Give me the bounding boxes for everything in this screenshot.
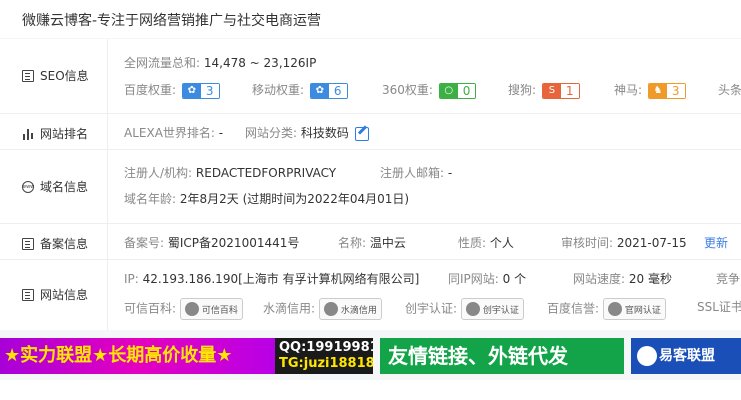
ad-banner-contact[interactable]: QQ:199199819 TG:juzi188188	[275, 338, 373, 374]
360-icon: ○	[439, 83, 458, 98]
baidu-reputation-badge[interactable]: 官网认证	[602, 298, 666, 320]
ad-banners: ★实力联盟★长期高价收量★ QQ:199199819 TG:juzi188188…	[0, 338, 741, 374]
registrant-value: REDACTEDFORPRIVACY	[195, 166, 337, 180]
registrant-email-value: -	[447, 166, 453, 180]
shenma-weight-badge[interactable]: ♞ 3	[647, 82, 686, 99]
sogou-icon: S	[542, 83, 561, 98]
www-icon	[22, 180, 34, 193]
traffic-line: 全网流量总和: 14,478 ~ 23,126IP	[124, 56, 317, 70]
domain-expire-value: (过期时间为2022年04月01日)	[242, 192, 410, 206]
paw-icon: ✿	[310, 83, 329, 98]
domain-row: 域名信息 注册人/机构: REDACTEDFORPRIVACY 注册人邮箱: -…	[0, 149, 741, 223]
water-credit-badge[interactable]: 水滴信用	[318, 298, 382, 320]
water-drop-icon	[323, 302, 338, 316]
icp-row: 备案信息 备案号: 蜀ICP备2021001441号 名称: 温中云 性质: 个…	[0, 223, 741, 259]
mobile-weight-badge[interactable]: ✿ 6	[309, 82, 348, 99]
shield-icon	[184, 302, 199, 316]
speed-value: 20 毫秒	[628, 272, 672, 286]
ad-banner-alliance[interactable]: ★实力联盟★长期高价收量★	[0, 338, 275, 374]
domain-age-value: 2年8月2天	[179, 192, 239, 206]
traffic-value: 14,478 ~ 23,126IP	[203, 56, 317, 70]
seo-label: SEO信息	[22, 67, 108, 84]
check-shield-icon	[465, 302, 480, 316]
alexa-rank-value: -	[218, 126, 224, 140]
site-label: 网站信息	[22, 286, 108, 303]
ip-value: 42.193.186.190[上海市 有孚计算机网络有限公司]	[142, 272, 420, 286]
icp-name-value: 温中云	[369, 236, 406, 250]
page-header: 微赚云博客-专注于网络营销推广与社交电商运营	[0, 0, 741, 38]
weights-line: 百度权重: ✿ 3	[124, 81, 220, 99]
site-info-panel: SEO信息 全网流量总和: 14,478 ~ 23,126IP 百度权重: ✿ …	[0, 39, 741, 330]
page-title: 微赚云博客-专注于网络营销推广与社交电商运营	[22, 13, 322, 29]
document-icon	[22, 69, 34, 82]
icp-label: 备案信息	[22, 235, 108, 252]
update-link[interactable]: 更新	[704, 236, 728, 250]
yike-logo-icon	[637, 346, 657, 366]
document-icon	[22, 288, 34, 301]
ad-banner-links[interactable]: 友情链接、外链代发	[380, 338, 624, 374]
seo-row: SEO信息 全网流量总和: 14,478 ~ 23,126IP 百度权重: ✿ …	[0, 39, 741, 113]
edit-icon[interactable]	[354, 126, 369, 141]
360-weight-badge[interactable]: ○ 0	[438, 82, 477, 99]
icp-date-value: 2021-07-15	[616, 236, 687, 250]
bar-chart-icon	[22, 128, 34, 140]
category-value: 科技数码	[300, 126, 349, 140]
chuangyu-cert-badge[interactable]: 创宇认证	[460, 298, 524, 320]
paw-icon	[607, 302, 622, 316]
baidu-weight-badge[interactable]: ✿ 3	[181, 82, 220, 99]
ad-banner-yike[interactable]: 易客联盟	[631, 338, 741, 374]
site-row: 网站信息 IP: 42.193.186.190[上海市 有孚计算机网络有限公司]…	[0, 259, 741, 330]
icp-nature-value: 个人	[489, 236, 514, 250]
same-ip-value: 0 个	[502, 272, 527, 286]
paw-icon: ✿	[182, 83, 201, 98]
domain-label: 域名信息	[22, 178, 108, 195]
document-icon	[22, 237, 34, 250]
rank-row: 网站排名 ALEXA世界排名: - 网站分类: 科技数码	[0, 113, 741, 149]
sogou-weight-badge[interactable]: S 1	[541, 82, 580, 99]
horse-icon: ♞	[648, 83, 667, 98]
baike-cert-badge[interactable]: 可信百科	[179, 298, 243, 320]
icp-number-value: 蜀ICP备2021001441号	[167, 236, 300, 250]
rank-label: 网站排名	[22, 125, 108, 142]
next-section-strip	[0, 380, 741, 400]
